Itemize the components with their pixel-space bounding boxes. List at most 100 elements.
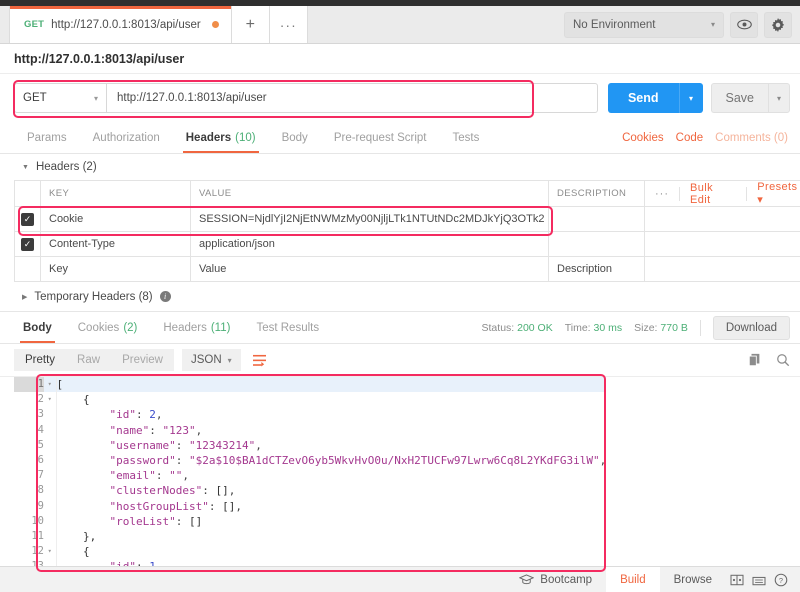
response-tab-test-results[interactable]: Test Results bbox=[243, 312, 332, 343]
code-token: "$2a$10$BA1dCTZevO6yb5WkvHvO0u/NxH2TUCFw… bbox=[189, 454, 600, 467]
code-token: , bbox=[229, 484, 236, 497]
environment-select[interactable]: No Environment ▾ bbox=[564, 12, 724, 38]
tab-authorization[interactable]: Authorization bbox=[80, 122, 173, 153]
row-value-cell[interactable]: SESSION=NjdlYjI2NjEtNWMzMy00NjljLTk1NTUt… bbox=[191, 207, 549, 232]
code-table: 1▾[2▾ {3 "id": 2,4 "name": "123",5 "user… bbox=[14, 377, 606, 566]
code-scroll-region: 1▾[2▾ {3 "id": 2,4 "name": "123",5 "user… bbox=[14, 377, 794, 566]
send-options-button[interactable]: ▾ bbox=[679, 83, 703, 113]
code-line: 10 "roleList": [] bbox=[14, 514, 606, 529]
code-line: 4 "name": "123", bbox=[14, 423, 606, 438]
cookies-link[interactable]: Cookies bbox=[622, 132, 664, 144]
fold-toggle-icon[interactable]: ▾ bbox=[44, 544, 56, 559]
search-icon[interactable] bbox=[776, 353, 790, 367]
code-token: "id" bbox=[109, 408, 136, 421]
response-body-toolbar: Pretty Raw Preview JSON ▾ bbox=[0, 344, 800, 376]
language-select[interactable]: JSON ▾ bbox=[182, 349, 241, 371]
send-button[interactable]: Send bbox=[608, 83, 679, 113]
environment-quick-look-button[interactable] bbox=[730, 12, 758, 38]
two-pane-layout-button[interactable] bbox=[726, 567, 748, 592]
line-number: 2 bbox=[14, 392, 44, 407]
environment-controls: No Environment ▾ bbox=[564, 6, 800, 43]
chevron-right-icon: ▶ bbox=[22, 293, 27, 301]
temporary-headers-toggle[interactable]: ▶ Temporary Headers (8) i bbox=[0, 282, 800, 312]
comments-link[interactable]: Comments (0) bbox=[715, 132, 788, 144]
build-button[interactable]: Build bbox=[606, 567, 660, 592]
response-tab-cookies[interactable]: Cookies (2) bbox=[65, 312, 151, 343]
view-tab-raw[interactable]: Raw bbox=[66, 349, 111, 371]
view-tab-pretty[interactable]: Pretty bbox=[14, 349, 66, 371]
fold-spacer bbox=[44, 438, 56, 453]
fold-toggle-icon[interactable]: ▾ bbox=[44, 392, 56, 407]
tab-url-label: http://127.0.0.1:8013/api/user bbox=[51, 19, 201, 31]
copy-icon[interactable] bbox=[748, 353, 762, 367]
row-key-cell[interactable]: Content-Type bbox=[41, 232, 191, 257]
fold-toggle-icon[interactable]: ▾ bbox=[44, 377, 56, 392]
download-button[interactable]: Download bbox=[713, 316, 790, 340]
status-label: Status: bbox=[482, 322, 515, 334]
presets-button[interactable]: Presets ▾ bbox=[747, 181, 800, 206]
row-checkbox-cell[interactable] bbox=[15, 257, 41, 282]
code-token: : bbox=[136, 408, 149, 421]
request-tab[interactable]: GET http://127.0.0.1:8013/api/user bbox=[10, 6, 232, 43]
help-button[interactable]: ? bbox=[770, 567, 792, 592]
headers-actions: ··· Bulk Edit Presets ▾ bbox=[645, 181, 800, 206]
code-token: [] bbox=[189, 515, 202, 528]
chevron-down-icon: ▼ bbox=[22, 164, 29, 171]
tab-body[interactable]: Body bbox=[269, 122, 321, 153]
response-tab-headers-label: Headers bbox=[163, 322, 206, 334]
breadcrumb: http://127.0.0.1:8013/api/user bbox=[14, 52, 184, 66]
size-label: Size: bbox=[634, 322, 657, 334]
url-input[interactable]: http://127.0.0.1:8013/api/user bbox=[106, 83, 598, 113]
tab-headers[interactable]: Headers (10) bbox=[173, 122, 269, 153]
new-value-input[interactable]: Value bbox=[191, 257, 549, 282]
row-value-cell[interactable]: application/json bbox=[191, 232, 549, 257]
request-tabs-right-links: Cookies Code Comments (0) bbox=[622, 122, 800, 153]
code-token: , bbox=[255, 439, 262, 452]
headers-more-options-button[interactable]: ··· bbox=[645, 188, 679, 200]
bulk-edit-button[interactable]: Bulk Edit bbox=[680, 182, 746, 206]
word-wrap-button[interactable] bbox=[249, 349, 271, 371]
new-tab-button[interactable]: + bbox=[232, 6, 270, 43]
row-description-cell[interactable] bbox=[549, 232, 645, 257]
browse-button[interactable]: Browse bbox=[660, 567, 726, 592]
tab-pre-request-script[interactable]: Pre-request Script bbox=[321, 122, 440, 153]
code-link[interactable]: Code bbox=[676, 132, 704, 144]
row-checkbox-cell[interactable]: ✓ bbox=[15, 232, 41, 257]
row-checkbox-cell[interactable]: ✓ bbox=[15, 207, 41, 232]
response-body-code[interactable]: 1▾[2▾ {3 "id": 2,4 "name": "123",5 "user… bbox=[0, 376, 800, 566]
new-key-input[interactable]: Key bbox=[41, 257, 191, 282]
response-tab-headers[interactable]: Headers (11) bbox=[150, 312, 243, 343]
save-options-button[interactable]: ▾ bbox=[768, 83, 790, 113]
view-tab-preview[interactable]: Preview bbox=[111, 349, 174, 371]
http-method-select[interactable]: GET ▾ bbox=[14, 83, 106, 113]
response-tabs: Body Cookies (2) Headers (11) Test Resul… bbox=[0, 312, 800, 344]
code-token: "hostGroupList" bbox=[109, 500, 208, 513]
time-value: 30 ms bbox=[594, 322, 623, 334]
settings-button[interactable] bbox=[764, 12, 792, 38]
row-actions-cell bbox=[645, 207, 800, 232]
table-row-empty: Key Value Description bbox=[15, 257, 800, 282]
tab-tests[interactable]: Tests bbox=[440, 122, 493, 153]
tab-options-button[interactable]: ··· bbox=[270, 6, 308, 43]
response-tab-body[interactable]: Body bbox=[10, 312, 65, 343]
tab-params[interactable]: Params bbox=[14, 122, 80, 153]
row-description-cell[interactable] bbox=[549, 207, 645, 232]
new-description-input[interactable]: Description bbox=[549, 257, 645, 282]
gear-icon bbox=[771, 18, 785, 32]
save-button[interactable]: Save bbox=[711, 83, 769, 113]
code-line: 7 "email": "", bbox=[14, 468, 606, 483]
keyboard-shortcuts-button[interactable] bbox=[748, 567, 770, 592]
response-tab-cookies-label: Cookies bbox=[78, 322, 120, 334]
row-actions-cell bbox=[645, 257, 800, 282]
bootcamp-button[interactable]: Bootcamp bbox=[505, 567, 606, 592]
headers-section-title[interactable]: ▼ Headers (2) bbox=[0, 154, 800, 180]
help-circle-icon: ? bbox=[774, 573, 788, 587]
headers-section-title-label: Headers (2) bbox=[36, 161, 97, 173]
url-bar: GET ▾ http://127.0.0.1:8013/api/user Sen… bbox=[0, 74, 800, 122]
http-method-label: GET bbox=[23, 92, 47, 104]
code-token: : bbox=[209, 500, 222, 513]
info-icon[interactable]: i bbox=[160, 291, 171, 302]
response-tab-body-label: Body bbox=[23, 322, 52, 334]
row-key-cell[interactable]: Cookie bbox=[41, 207, 191, 232]
tab-pre-request-script-label: Pre-request Script bbox=[334, 132, 427, 144]
